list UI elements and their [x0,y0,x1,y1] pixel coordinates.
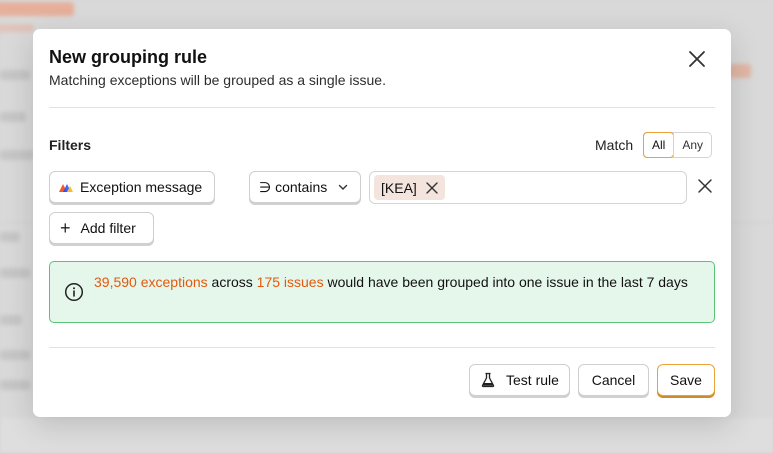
issues-count: 175 issues [256,274,324,290]
cancel-button[interactable]: Cancel [578,364,649,396]
background-panel [0,418,773,453]
grouping-summary-banner: 39,590 exceptions across 175 issues woul… [49,261,715,323]
background-line [0,112,26,122]
filter-value-input[interactable]: [KEA] [369,171,687,204]
background-line [0,315,22,325]
match-all-option[interactable]: All [643,132,675,158]
add-filter-button[interactable]: + Add filter [49,212,154,244]
test-rule-label: Test rule [506,372,559,388]
background-line [0,232,20,242]
filter-property-button[interactable]: Exception message [49,171,215,203]
test-rule-button[interactable]: Test rule [469,364,570,396]
match-label: Match [595,137,634,153]
background-title [0,2,74,16]
save-label: Save [670,372,702,388]
remove-chip-icon[interactable] [425,181,439,195]
add-filter-label: Add filter [80,220,136,236]
filter-operator-select[interactable]: ∋ contains [249,171,361,203]
filters-label: Filters [49,137,92,153]
save-button[interactable]: Save [657,364,715,396]
exception-type-icon [59,184,73,192]
summary-across: across [207,274,257,290]
plus-icon: + [60,218,71,238]
modal-title: New grouping rule [49,47,208,67]
remove-filter-icon[interactable] [697,178,713,194]
background-line [0,350,30,360]
filter-property-label: Exception message [80,179,203,195]
background-subtitle [0,24,34,32]
match-any-option[interactable]: Any [673,133,711,157]
close-button[interactable] [685,47,709,71]
grouping-rule-modal: New grouping rule Matching exceptions wi… [33,29,731,417]
cancel-label: Cancel [591,372,636,388]
footer-divider [49,347,715,348]
filter-operator-label: ∋ contains [259,178,328,195]
chevron-down-icon [338,184,348,190]
close-icon [689,51,705,67]
info-icon [64,282,84,302]
background-line [0,150,34,160]
filter-value-chip: [KEA] [374,175,445,200]
exceptions-count: 39,590 exceptions [94,274,208,290]
match-toggle: All Any [643,132,713,158]
background-line [0,268,30,278]
grouping-summary-text: 39,590 exceptions across 175 issues woul… [94,272,704,293]
background-line [0,380,30,390]
summary-rest: would have been grouped into one issue i… [323,274,688,290]
header-divider [49,107,715,108]
background-line [0,70,30,80]
flask-icon [481,372,495,388]
modal-subtitle: Matching exceptions will be grouped as a… [49,72,386,88]
filter-value-text: [KEA] [381,179,417,196]
